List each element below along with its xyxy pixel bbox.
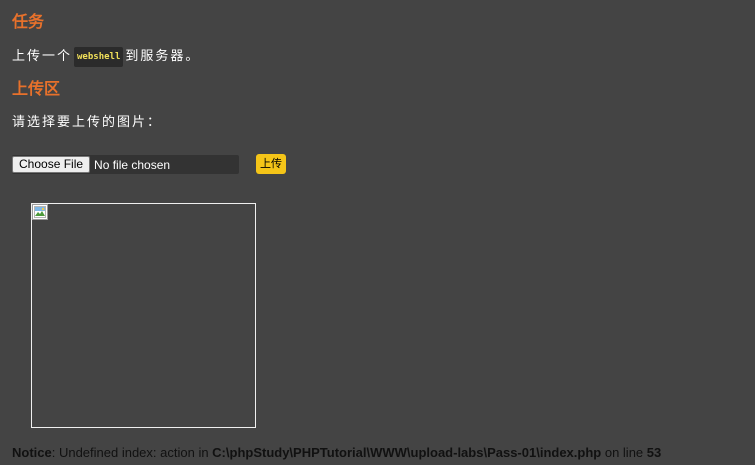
upload-heading: 上传区 (12, 79, 61, 98)
upload-prompt: 请选择要上传的图片： (12, 115, 163, 130)
php-notice: Notice: Undefined index: action in C:\ph… (12, 445, 661, 461)
upload-submit-button[interactable]: 上传 (256, 154, 286, 174)
webshell-code: webshell (74, 47, 124, 67)
task-heading: 任务 (12, 12, 45, 31)
choose-file-button[interactable]: Choose File (12, 156, 91, 173)
file-input[interactable]: Choose File No file chosen (12, 155, 239, 174)
notice-line-text: on line (601, 445, 647, 460)
task-description: 上传一个 webshell 到服务器。 (12, 47, 200, 67)
notice-path: C:\phpStudy\PHPTutorial\WWW\upload-labs\… (212, 445, 602, 460)
notice-label: Notice (12, 445, 52, 460)
task-desc-after: 到服务器。 (125, 49, 201, 64)
notice-message: : Undefined index: action in (51, 445, 213, 460)
file-status: No file chosen (94, 157, 171, 172)
task-desc-before: 上传一个 (12, 49, 73, 64)
notice-line-number: 53 (646, 445, 662, 460)
broken-image-icon (32, 204, 48, 220)
image-preview (31, 203, 256, 428)
